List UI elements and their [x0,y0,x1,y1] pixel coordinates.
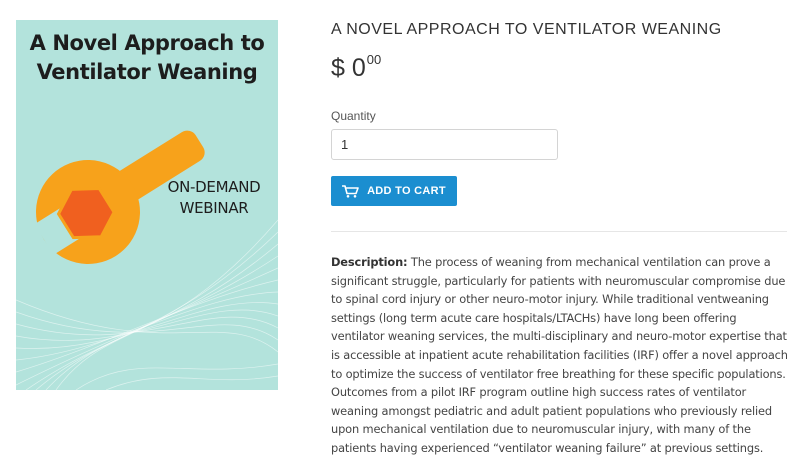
cover-title-line-1: A Novel Approach to [29,31,265,55]
description-text: The process of weaning from mechanical v… [331,255,788,455]
product-description: Description: The process of weaning from… [331,253,789,458]
divider [331,231,787,232]
cover-title: A Novel Approach to Ventilator Weaning [16,29,278,87]
product-title: A NOVEL APPROACH TO VENTILATOR WEANING [331,21,722,38]
cover-title-line-2: Ventilator Weaning [36,60,258,84]
add-to-cart-button[interactable]: ADD TO CART [331,176,457,206]
quantity-input[interactable] [331,129,558,160]
price-main: $ 0 [331,54,366,82]
cover-subtitle-line-1: ON-DEMAND [167,178,261,196]
product-price: $ 000 [331,52,381,83]
description-label: Description: [331,255,408,269]
shopping-cart-icon [342,184,359,198]
add-to-cart-label: ADD TO CART [367,185,446,197]
product-image[interactable]: A Novel Approach to Ventilator Weaning O… [16,20,278,390]
quantity-label: Quantity [331,109,376,123]
product-page: A Novel Approach to Ventilator Weaning O… [0,0,800,460]
cover-subtitle-line-2: WEBINAR [179,199,249,217]
price-cents: 00 [366,52,382,67]
cover-subtitle: ON-DEMAND WEBINAR [154,177,274,219]
